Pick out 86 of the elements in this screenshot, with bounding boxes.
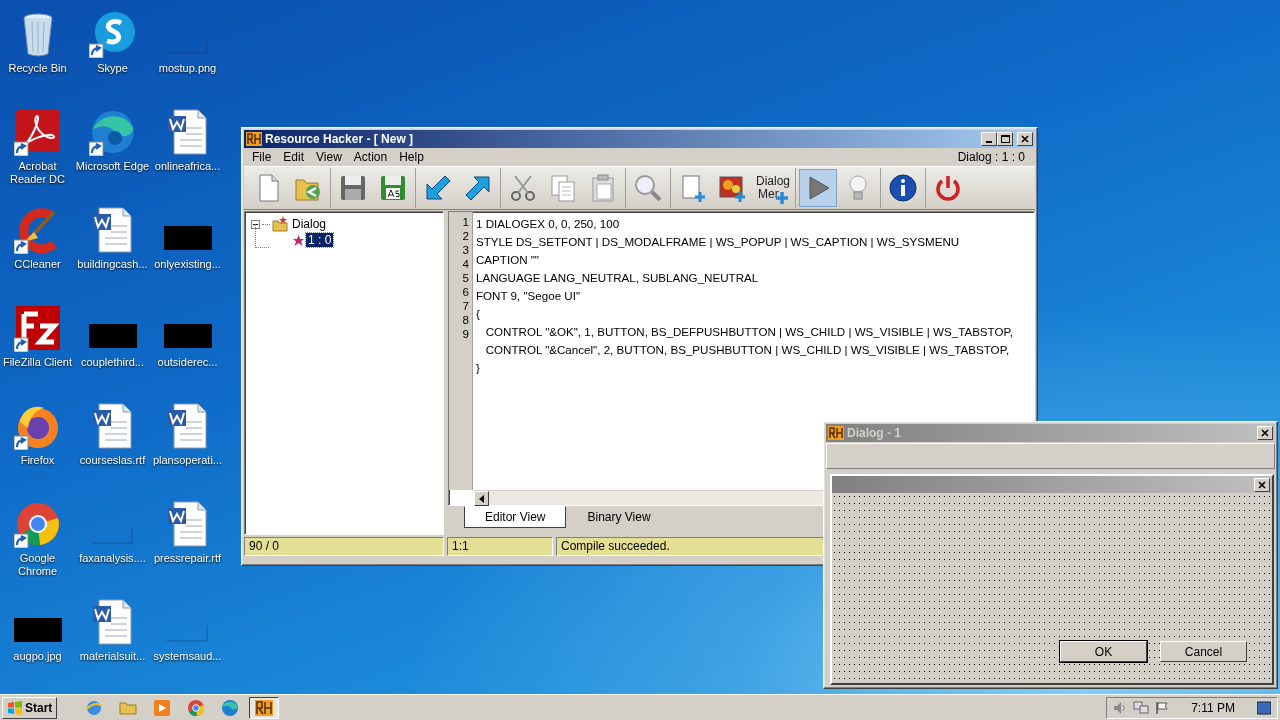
icon-label[interactable]: plansoperati... (150, 454, 225, 467)
icon-label[interactable]: pressrepair.rtf (150, 552, 225, 565)
resource-label: Dialog : 1 : 0 (957, 149, 1026, 166)
code-line: LANGUAGE LANG_NEUTRAL, SUBLANG_NEUTRAL (476, 271, 759, 285)
icon-label[interactable]: FileZilla Client (0, 356, 75, 369)
line-number: 3 (461, 243, 469, 257)
icon-label[interactable]: onlyexisting... (150, 258, 225, 271)
windows-logo-icon (7, 699, 23, 716)
network-icon (1133, 700, 1150, 715)
status-text: 1:1 (447, 537, 553, 556)
line-number: 9 (461, 327, 469, 341)
icon-label[interactable]: Firefox (0, 454, 75, 467)
window-title: Dialog - 1 (847, 425, 901, 442)
icon-label[interactable]: Microsoft Edge (75, 160, 150, 173)
wave-icon (221, 698, 240, 717)
code-line: } (476, 361, 480, 375)
icon-label[interactable]: Acrobat Reader DC (0, 160, 75, 186)
close-icon (1261, 429, 1269, 437)
tree-item[interactable]: 1 : 0 (306, 233, 334, 247)
expand-toggle[interactable] (251, 219, 260, 229)
icon-label[interactable]: faxanalysis.... (75, 552, 150, 565)
icon-label[interactable]: systemsaud... (150, 650, 225, 663)
view-tab[interactable]: Binary View (566, 506, 672, 528)
minimize-button[interactable] (981, 132, 997, 146)
line-number: 4 (461, 257, 469, 271)
menu-item[interactable]: View (310, 148, 348, 166)
icon-label[interactable]: augpo.jpg (0, 650, 75, 663)
code-line: FONT 9, "Segoe UI" (476, 289, 581, 303)
app-logo-icon (255, 699, 274, 716)
info-icon (887, 172, 919, 204)
close-button[interactable] (1017, 132, 1033, 146)
clock: 7:11 PM (1191, 699, 1235, 717)
app-logo-icon (246, 132, 262, 146)
code-line: STYLE DS_SETFONT | DS_MODALFRAME | WS_POPUP | WS_CAPTION | WS_SYSMENU (476, 235, 960, 249)
left-arrow-icon (479, 494, 484, 503)
icon-label[interactable]: courseslas.rtf (75, 454, 150, 467)
tree-item[interactable]: Dialog (290, 217, 329, 231)
media-player-icon (153, 698, 172, 717)
close-button[interactable] (1254, 477, 1270, 492)
icon-label[interactable]: Recycle Bin (0, 62, 75, 75)
close-button[interactable] (1257, 426, 1273, 440)
code-line: 1 DIALOGEX 0, 0, 250, 100 (476, 217, 620, 231)
browser-icon (187, 698, 206, 717)
status-text: 90 / 0 (244, 537, 444, 556)
taskbar-button[interactable] (249, 696, 280, 719)
folder-icon (272, 216, 288, 232)
icon-label[interactable]: Google Chrome (0, 552, 75, 578)
line-number: 2 (461, 229, 469, 243)
app-logo-icon (828, 426, 844, 440)
menu-item[interactable]: Edit (277, 148, 311, 166)
menu-item[interactable]: Action (347, 148, 394, 166)
speaker-icon (1113, 700, 1128, 715)
menu-item[interactable]: Help (393, 148, 430, 166)
view-tab[interactable]: Editor View (464, 506, 567, 528)
window-title: Resource Hacker - [ New ] (265, 131, 414, 148)
line-number: 5 (461, 271, 469, 285)
show-desktop-icon (1257, 700, 1271, 715)
code-line: { (476, 307, 480, 321)
icon-label[interactable]: onlineafrica... (150, 160, 225, 173)
maximize-button[interactable] (997, 132, 1013, 146)
icon-label[interactable]: materialsuit... (75, 650, 150, 663)
close-icon (1021, 135, 1029, 143)
code-line: CONTROL "&Cancel", 2, BUTTON, BS_PUSHBUTTON | WS_CHILD | WS_VISIBLE | WS_TABSTOP, (484, 343, 1010, 357)
line-number: 7 (461, 299, 469, 313)
star-icon (293, 234, 304, 246)
dialog-merger-button[interactable]: Dialog Mer (754, 169, 792, 207)
icon-label[interactable]: mostup.png (150, 62, 225, 75)
line-number: 1 (461, 215, 469, 229)
dialog-button[interactable]: OK (1060, 641, 1147, 662)
search-icon (632, 172, 664, 204)
code-line: CAPTION "" (476, 253, 539, 267)
flag-icon (1155, 700, 1170, 715)
close-icon (1258, 480, 1266, 489)
start-button[interactable]: Start (2, 696, 58, 719)
menu-item[interactable]: File (246, 148, 278, 166)
icon-label[interactable]: couplethird... (75, 356, 150, 369)
maximize-icon (1000, 135, 1010, 143)
line-number: 6 (461, 285, 469, 299)
line-number: 8 (461, 313, 469, 327)
icon-label[interactable]: outsiderec... (150, 356, 225, 369)
dialog-button[interactable]: Cancel (1160, 641, 1247, 662)
icon-label[interactable]: CCleaner (0, 258, 75, 271)
icon-label[interactable]: Skype (75, 62, 150, 75)
icon-label[interactable]: buildingcash... (75, 258, 150, 271)
code-line: CONTROL "&OK", 1, BUTTON, BS_DEFPUSHBUTTON | WS_CHILD | WS_VISIBLE | WS_TABSTOP, (484, 325, 1013, 339)
globe-icon (85, 698, 104, 717)
